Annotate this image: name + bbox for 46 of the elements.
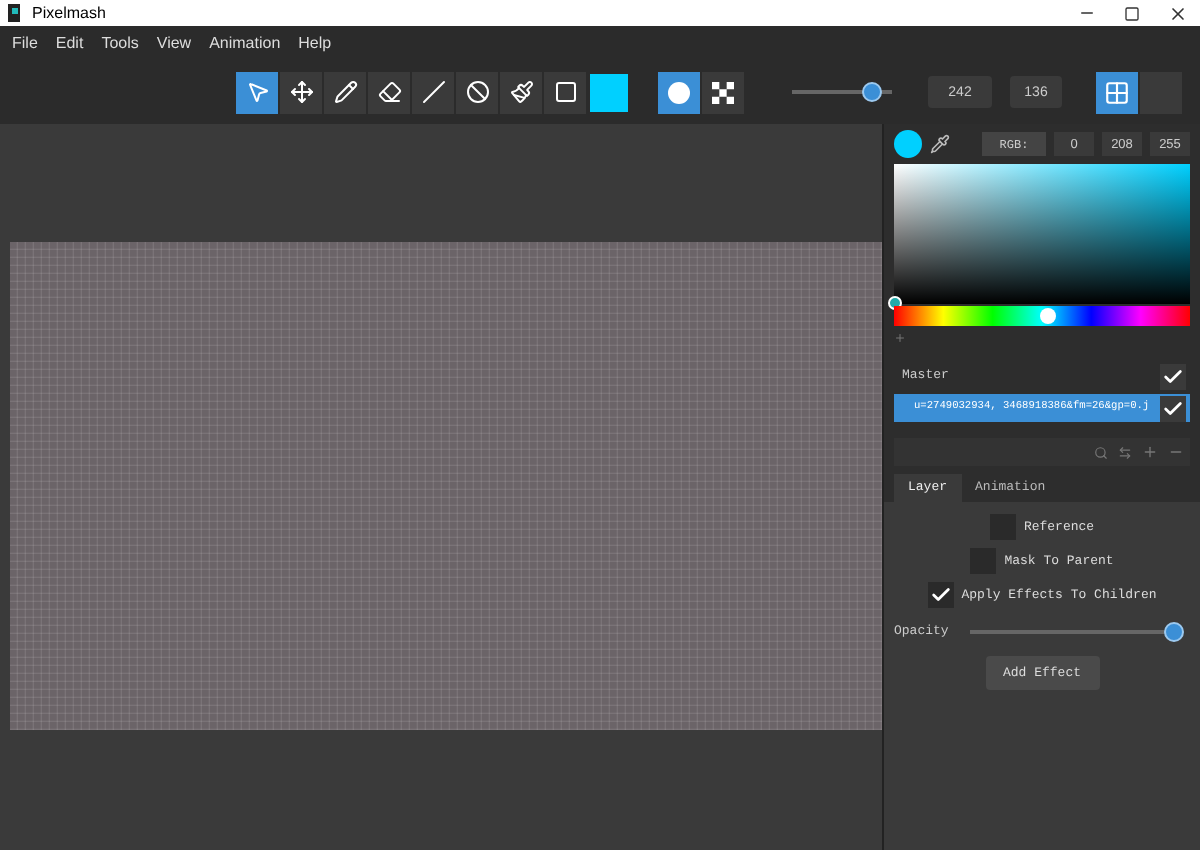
brush-shape-button[interactable] (702, 71, 744, 113)
grid-icon (1104, 79, 1130, 105)
tool-button[interactable] (280, 71, 322, 113)
tool-button[interactable] (236, 71, 278, 113)
tool-button[interactable] (544, 71, 586, 113)
menu-item[interactable]: Tools (101, 31, 139, 55)
color-gradient-picker[interactable] (894, 164, 1190, 304)
tool-button[interactable] (456, 71, 498, 113)
slider-thumb[interactable] (862, 82, 882, 102)
brush-shape-button[interactable] (658, 71, 700, 113)
tool-button[interactable] (368, 71, 410, 113)
hue-thumb[interactable] (1039, 308, 1056, 324)
close-icon[interactable] (1168, 3, 1188, 23)
app-logo-icon (6, 4, 22, 22)
search-icon[interactable] (1094, 445, 1108, 459)
tool-button[interactable] (500, 71, 542, 113)
checkbox[interactable] (927, 582, 954, 608)
menu-item[interactable]: Edit (55, 31, 84, 55)
window-title: Pixelmash (32, 1, 106, 25)
menu-item[interactable]: Help (298, 31, 332, 55)
menu-item[interactable]: View (156, 31, 192, 55)
tool-button[interactable] (412, 71, 454, 113)
slider-thumb[interactable] (1164, 622, 1185, 642)
tool-button[interactable] (324, 71, 366, 113)
primary-color-swatch[interactable] (590, 73, 628, 111)
pointer-icon (245, 80, 269, 104)
hue-slider[interactable] (894, 306, 1190, 326)
color-swatch[interactable] (894, 130, 922, 158)
menu-item[interactable]: Animation (209, 31, 281, 55)
checkbox[interactable] (1160, 363, 1186, 389)
circle-slash-icon (465, 80, 489, 104)
view-toggle-button[interactable] (1140, 71, 1182, 113)
view-toggle-button[interactable] (1096, 71, 1138, 113)
arrows-icon[interactable] (1118, 445, 1132, 459)
checkbox[interactable] (1160, 395, 1186, 421)
square-icon (553, 80, 577, 104)
add-color-icon[interactable] (894, 332, 906, 344)
checker-icon (712, 81, 734, 103)
brush-icon (509, 80, 533, 104)
maximize-icon[interactable] (1124, 5, 1140, 21)
move-icon (289, 80, 313, 104)
eyedropper-icon[interactable] (930, 134, 950, 154)
line-icon (421, 80, 445, 104)
pencil-icon (333, 80, 357, 104)
eraser-icon (377, 80, 401, 104)
menu-item[interactable]: File (12, 31, 38, 55)
